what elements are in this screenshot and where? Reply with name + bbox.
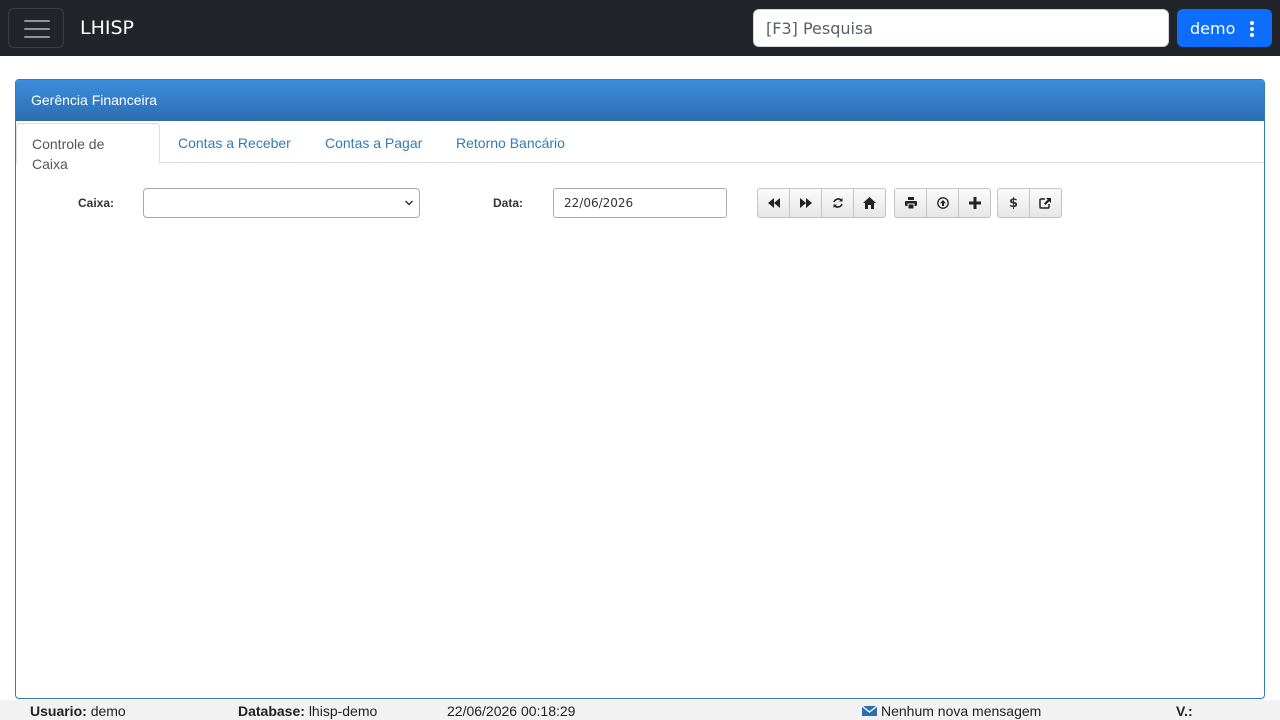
refresh-icon — [832, 198, 843, 208]
status-database-value: lhisp-demo — [308, 703, 378, 719]
status-database-label: Database: — [238, 703, 305, 719]
tab-contas-a-receber[interactable]: Contas a Receber — [163, 123, 306, 164]
plus-icon — [968, 197, 981, 209]
status-user-label: Usuario: — [30, 703, 87, 719]
upload-button[interactable] — [926, 188, 959, 218]
upload-icon — [936, 197, 949, 209]
data-label: Data: — [493, 196, 524, 210]
status-user: Usuario: demo — [30, 703, 126, 719]
status-messages[interactable]: Nenhum nova mensagem — [862, 703, 1041, 719]
brand-logo[interactable]: LHISP — [80, 16, 134, 40]
refresh-button[interactable] — [821, 188, 854, 218]
caixa-filter-row: Caixa: Data: 22/06/2026 $ — [16, 188, 1264, 220]
tab-contas-a-pagar[interactable]: Contas a Pagar — [310, 123, 437, 164]
status-datetime: 22/06/2026 00:18:29 — [447, 703, 576, 719]
top-navbar: LHISP demo — [0, 0, 1280, 56]
previous-day-button[interactable] — [757, 188, 790, 218]
chevron-down-icon — [405, 200, 413, 206]
print-button[interactable] — [894, 188, 927, 218]
user-menu-button[interactable]: demo — [1177, 9, 1272, 47]
export-button[interactable] — [1029, 188, 1062, 218]
home-icon — [863, 197, 876, 209]
caixa-select[interactable] — [143, 188, 420, 218]
search-input[interactable] — [753, 9, 1169, 47]
envelope-icon — [862, 705, 877, 716]
tab-retorno-bancario[interactable]: Retorno Bancário — [441, 123, 580, 164]
dollar-icon: $ — [1008, 195, 1019, 211]
hamburger-icon — [24, 20, 50, 22]
forward-icon — [799, 198, 812, 208]
financial-panel: Gerência Financeira Controle de Caixa Co… — [15, 79, 1265, 699]
print-icon — [904, 197, 917, 209]
status-version-label: V.: — [1176, 703, 1193, 719]
home-button[interactable] — [853, 188, 886, 218]
hamburger-icon-bar — [24, 36, 50, 38]
payment-button[interactable]: $ — [997, 188, 1030, 218]
tab-bar: Controle de Caixa Contas a Receber Conta… — [16, 121, 1264, 172]
add-button[interactable] — [958, 188, 991, 218]
finance-button-group: $ — [997, 188, 1062, 218]
next-day-button[interactable] — [789, 188, 822, 218]
export-icon — [1039, 198, 1051, 209]
kebab-menu-icon — [1250, 21, 1254, 37]
user-menu-label: demo — [1190, 18, 1236, 38]
status-messages-text: Nenhum nova mensagem — [881, 703, 1042, 719]
tab-controle-de-caixa[interactable]: Controle de Caixa — [16, 123, 160, 172]
backward-icon — [767, 198, 780, 208]
navigation-button-group — [757, 188, 886, 218]
status-version: V.: — [1176, 703, 1193, 719]
status-user-value: demo — [90, 703, 126, 719]
panel-title: Gerência Financeira — [16, 80, 1264, 121]
status-bar: Usuario: demo Database: lhisp-demo 22/06… — [0, 700, 1280, 720]
hamburger-icon-bar — [24, 28, 50, 30]
date-input[interactable] — [553, 188, 727, 218]
action-button-group — [894, 188, 991, 218]
caixa-label: Caixa: — [78, 196, 115, 210]
menu-toggle-button[interactable] — [8, 8, 64, 48]
status-database: Database: lhisp-demo — [238, 703, 377, 719]
